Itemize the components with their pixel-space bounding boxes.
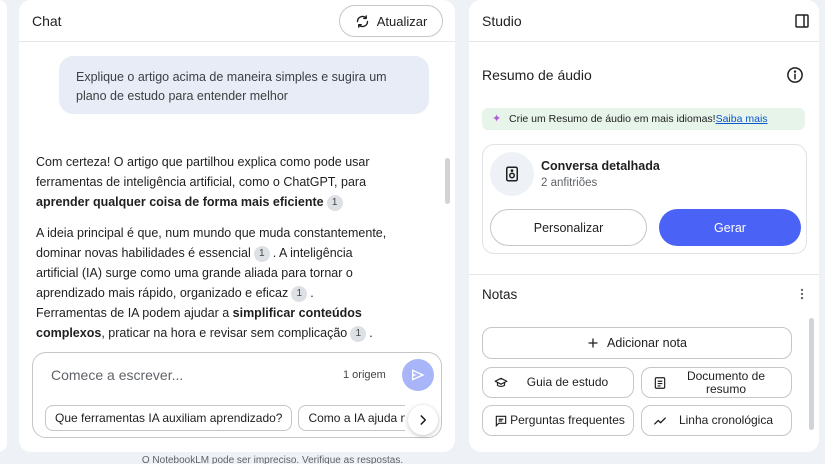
chat-header: Chat Atualizar bbox=[19, 0, 455, 42]
panel-toggle-icon[interactable] bbox=[794, 13, 810, 29]
refresh-button[interactable]: Atualizar bbox=[339, 5, 443, 37]
answer-paragraph-2: A ideia principal é que, num mundo que m… bbox=[36, 223, 388, 343]
promo-text: Crie um Resumo de áudio em mais idiomas! bbox=[509, 113, 716, 125]
sources-panel-edge bbox=[0, 0, 7, 452]
study-guide-label: Guia de estudo bbox=[526, 375, 609, 389]
customize-button[interactable]: Personalizar bbox=[490, 209, 647, 246]
send-button[interactable] bbox=[402, 359, 434, 391]
audio-thumbnail bbox=[490, 152, 534, 196]
notes-title: Notas bbox=[482, 287, 518, 302]
audio-hosts-count: 2 anfitriões bbox=[541, 177, 598, 189]
studio-panel: Studio Resumo de áudio ✦ Crie um Resumo d… bbox=[469, 0, 819, 452]
answer-text: , praticar na hora e revisar sem complic… bbox=[101, 326, 348, 340]
document-icon bbox=[654, 376, 666, 389]
add-note-label: Adicionar nota bbox=[607, 336, 687, 350]
suggestion-chip[interactable]: Como a IA ajuda na bbox=[298, 405, 405, 431]
answer-paragraph-1: Com certeza! O artigo que partilhou expl… bbox=[36, 152, 388, 212]
citation-badge[interactable]: 1 bbox=[326, 195, 343, 211]
timeline-button[interactable]: Linha cronológica bbox=[641, 405, 792, 436]
citation-badge[interactable]: 1 bbox=[291, 286, 308, 302]
studio-title: Studio bbox=[482, 13, 522, 29]
audio-overview-card: Conversa detalhada 2 anfitriões Personal… bbox=[482, 144, 807, 254]
add-note-button[interactable]: Adicionar nota bbox=[482, 327, 792, 359]
answer-text: . bbox=[369, 326, 373, 340]
faq-button[interactable]: Perguntas frequentes bbox=[482, 405, 634, 436]
sources-count: 1 origem bbox=[343, 369, 386, 381]
user-message-bubble: Explique o artigo acima de maneira simpl… bbox=[59, 56, 429, 114]
send-icon bbox=[412, 369, 425, 381]
chevron-right-icon bbox=[420, 415, 427, 425]
graduation-cap-icon bbox=[494, 377, 508, 387]
suggestion-chips: Que ferramentas IA auxiliam aprendizado?… bbox=[45, 405, 405, 433]
speaker-icon bbox=[506, 166, 518, 182]
citation-badge[interactable]: 1 bbox=[350, 326, 367, 342]
divider bbox=[469, 274, 819, 275]
plus-icon bbox=[588, 338, 598, 348]
chat-composer: 1 origem Que ferramentas IA auxiliam apr… bbox=[32, 352, 442, 438]
chat-input[interactable] bbox=[51, 367, 311, 383]
briefing-doc-button[interactable]: Documento de resumo bbox=[641, 367, 792, 398]
answer-text: Com certeza! O artigo que partilhou expl… bbox=[36, 155, 370, 189]
audio-language-banner: ✦ Crie um Resumo de áudio em mais idiomas… bbox=[482, 108, 805, 130]
faq-label: Perguntas frequentes bbox=[510, 413, 625, 427]
notes-scrollbar[interactable] bbox=[809, 318, 814, 430]
briefing-doc-label: Documento de resumo bbox=[686, 368, 766, 396]
timeline-icon bbox=[654, 416, 666, 425]
answer-bold-text: aprender qualquer coisa de forma mais ef… bbox=[36, 195, 324, 209]
assistant-answer: Com certeza! O artigo que partilhou expl… bbox=[36, 152, 388, 354]
generate-button[interactable]: Gerar bbox=[659, 209, 801, 246]
chat-panel: Chat Atualizar Explique o artigo acima d… bbox=[19, 0, 455, 452]
audio-format-title: Conversa detalhada bbox=[541, 159, 660, 173]
studio-header: Studio bbox=[469, 0, 819, 42]
suggestions-next-button[interactable] bbox=[408, 405, 438, 435]
citation-badge[interactable]: 1 bbox=[253, 246, 270, 262]
learn-more-link[interactable]: Saiba mais bbox=[716, 113, 768, 125]
refresh-label: Atualizar bbox=[376, 13, 428, 29]
sparkle-icon: ✦ bbox=[492, 113, 502, 125]
chat-scrollbar[interactable] bbox=[445, 158, 450, 204]
faq-icon bbox=[495, 415, 507, 427]
refresh-icon bbox=[356, 14, 368, 28]
disclaimer: O NotebookLM pode ser impreciso. Verifiq… bbox=[141, 455, 404, 464]
suggestion-chip[interactable]: Que ferramentas IA auxiliam aprendizado? bbox=[45, 405, 293, 431]
chat-title: Chat bbox=[32, 13, 62, 29]
more-vert-icon[interactable] bbox=[795, 286, 809, 302]
info-icon[interactable] bbox=[786, 66, 804, 84]
timeline-label: Linha cronológica bbox=[678, 413, 774, 427]
audio-overview-title: Resumo de áudio bbox=[482, 67, 592, 83]
study-guide-button[interactable]: Guia de estudo bbox=[482, 367, 634, 398]
